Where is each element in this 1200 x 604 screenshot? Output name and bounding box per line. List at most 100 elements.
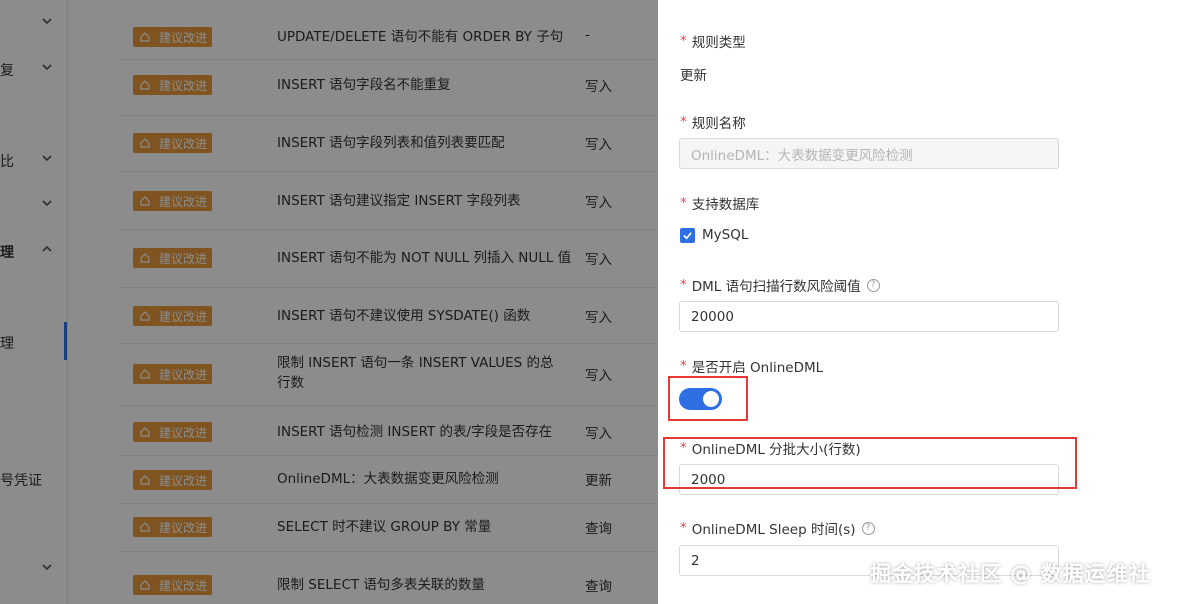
sidebar-item-3[interactable]: 比 <box>0 149 68 173</box>
suggestion-icon <box>140 580 150 590</box>
improve-badge: 建议改进 <box>133 191 212 211</box>
rule-type: 查询 <box>585 521 612 537</box>
table-row[interactable]: 建议改进 INSERT 语句字段列表和值列表要匹配 写入 <box>120 116 658 172</box>
badge-label: 建议改进 <box>159 578 208 593</box>
check-icon <box>683 232 692 240</box>
improve-badge: 建议改进 <box>133 470 212 490</box>
suggestion-icon <box>140 311 150 321</box>
rule-type: 写入 <box>585 310 612 326</box>
watermark: 掘金技术社区 @ 数据运维社 <box>870 562 1151 586</box>
database-label-text: 支持数据库 <box>691 197 760 213</box>
table-row[interactable]: 建议改进 SELECT 时不建议 GROUP BY 常量 查询 <box>120 504 658 552</box>
threshold-label: * DML 语句扫描行数风险阈值 ? <box>680 275 880 295</box>
sidebar-item-6[interactable]: 理 <box>0 331 68 355</box>
threshold-label-text: DML 语句扫描行数风险阈值 <box>691 279 861 295</box>
sidebar-active-indicator <box>64 322 67 360</box>
sidebar-item-label: 复 <box>0 63 14 79</box>
table-row[interactable]: 建议改进 INSERT 语句检测 INSERT 的表/字段是否存在 写入 <box>120 406 658 456</box>
table-row[interactable]: 建议改进 OnlineDML：大表数据变更风险检测 更新 <box>120 456 658 504</box>
table-row[interactable]: 建议改进 限制 SELECT 语句多表关联的数量 查询 <box>120 552 658 604</box>
badge-label: 建议改进 <box>159 78 208 93</box>
rule-type: 查询 <box>585 579 612 595</box>
help-icon[interactable]: ? <box>861 521 875 535</box>
chevron-down-icon <box>42 564 52 571</box>
table-row[interactable]: 建议改进 INSERT 语句不建议使用 SYSDATE() 函数 写入 <box>120 288 658 344</box>
sidebar-item-label: 号凭证 <box>0 473 42 489</box>
improve-badge: 建议改进 <box>133 75 212 95</box>
rule-type-label: * 规则类型 <box>680 31 746 51</box>
mysql-checkbox[interactable] <box>680 228 695 243</box>
highlight-box-switch <box>668 376 748 421</box>
enable-onlinedml-label-text: 是否开启 OnlineDML <box>691 360 824 376</box>
required-mark: * <box>680 520 687 536</box>
improve-badge: 建议改进 <box>133 248 212 268</box>
rule-name: INSERT 语句字段名不能重复 <box>277 77 451 93</box>
rule-name: 限制 INSERT 语句一条 INSERT VALUES 的总行数 <box>277 355 554 391</box>
table-row[interactable]: 建议改进 INSERT 语句字段名不能重复 写入 <box>120 60 658 116</box>
sidebar-item-label: 理 <box>0 336 14 352</box>
suggestion-icon <box>140 196 150 206</box>
rule-edit-drawer: * 规则类型 更新 * 规则名称 OnlineDML：大表数据变更风险检测 * … <box>658 0 1200 604</box>
chevron-up-icon <box>42 245 52 252</box>
sidebar-item-5[interactable]: 理 <box>0 240 68 264</box>
suggestion-icon <box>140 369 150 379</box>
sidebar-item-label: 理 <box>0 245 14 261</box>
rule-name: INSERT 语句检测 INSERT 的表/字段是否存在 <box>277 424 553 440</box>
chevron-down-icon <box>42 200 52 207</box>
rules-table: 建议改进 UPDATE/DELETE 语句不能有 ORDER BY 子句 - 建… <box>68 0 658 604</box>
required-mark: * <box>680 277 687 293</box>
required-mark: * <box>680 33 687 49</box>
sleep-time-label-text: OnlineDML Sleep 时间(s) <box>691 522 856 538</box>
rule-type: 写入 <box>585 368 612 384</box>
table-row[interactable]: 建议改进 限制 INSERT 语句一条 INSERT VALUES 的总行数 写… <box>120 344 658 406</box>
improve-badge: 建议改进 <box>133 306 212 326</box>
sidebar-item-7[interactable]: 号凭证 <box>0 468 68 492</box>
badge-label: 建议改进 <box>159 194 208 209</box>
sidebar-item-4[interactable] <box>0 194 68 218</box>
badge-label: 建议改进 <box>159 425 208 440</box>
rule-type: 更新 <box>585 473 612 489</box>
badge-label: 建议改进 <box>159 136 208 151</box>
table-row[interactable]: 建议改进 UPDATE/DELETE 语句不能有 ORDER BY 子句 - <box>120 0 658 60</box>
mysql-option-label[interactable]: MySQL <box>702 227 748 243</box>
sidebar: 复 比 理 理 号凭证 <box>0 0 68 604</box>
suggestion-icon <box>140 138 150 148</box>
rule-type: 写入 <box>585 195 612 211</box>
suggestion-icon <box>140 80 150 90</box>
rule-name-input[interactable]: OnlineDML：大表数据变更风险检测 <box>679 138 1059 169</box>
chevron-down-icon <box>42 155 52 162</box>
rule-name-label: * 规则名称 <box>680 112 746 132</box>
sidebar-item-1[interactable] <box>0 12 68 36</box>
rule-name: UPDATE/DELETE 语句不能有 ORDER BY 子句 <box>277 29 564 45</box>
required-mark: * <box>680 114 687 130</box>
badge-label: 建议改进 <box>159 251 208 266</box>
table-row[interactable]: 建议改进 INSERT 语句不能为 NOT NULL 列插入 NULL 值 写入 <box>120 230 658 288</box>
rule-name-label-text: 规则名称 <box>691 116 746 132</box>
sleep-time-label: * OnlineDML Sleep 时间(s) ? <box>680 518 875 538</box>
highlight-box-batch-size <box>663 437 1077 489</box>
chevron-down-icon <box>42 64 52 71</box>
badge-label: 建议改进 <box>159 309 208 324</box>
rule-name: INSERT 语句不能为 NOT NULL 列插入 NULL 值 <box>277 250 572 266</box>
badge-label: 建议改进 <box>159 367 208 382</box>
rule-type: - <box>585 27 590 43</box>
database-label: * 支持数据库 <box>680 193 759 213</box>
enable-onlinedml-label: * 是否开启 OnlineDML <box>680 356 823 376</box>
badge-label: 建议改进 <box>159 520 208 535</box>
chevron-down-icon <box>42 18 52 25</box>
rule-type: 写入 <box>585 426 612 442</box>
improve-badge: 建议改进 <box>133 133 212 153</box>
table-row[interactable]: 建议改进 INSERT 语句建议指定 INSERT 字段列表 写入 <box>120 172 658 230</box>
suggestion-icon <box>140 253 150 263</box>
rule-type: 写入 <box>585 137 612 153</box>
help-icon[interactable]: ? <box>866 278 880 292</box>
sidebar-item-2[interactable]: 复 <box>0 58 68 82</box>
rule-type-value: 更新 <box>680 68 707 84</box>
suggestion-icon <box>140 32 150 42</box>
improve-badge: 建议改进 <box>133 517 212 537</box>
rule-type: 写入 <box>585 252 612 268</box>
rule-name: OnlineDML：大表数据变更风险检测 <box>277 471 499 487</box>
threshold-input[interactable]: 20000 <box>679 301 1059 332</box>
sidebar-item-8[interactable] <box>0 558 68 582</box>
rule-name: 限制 SELECT 语句多表关联的数量 <box>277 577 485 593</box>
